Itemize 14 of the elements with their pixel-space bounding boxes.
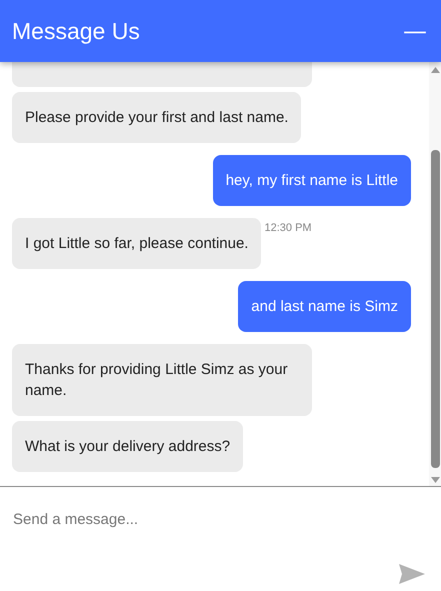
received-message: I got Little so far, please continue. [12,218,262,269]
received-message: Please provide your first and last name. [12,92,302,143]
scroll-down-icon[interactable] [430,477,440,483]
sent-message: and last name is Simz [238,281,411,332]
window-title: Message Us [12,18,140,44]
received-message: Thanks for providing Little Simz as your name. [12,344,312,416]
minimize-button[interactable]: — [401,17,429,45]
send-icon[interactable] [399,564,425,584]
scrollbar-thumb[interactable] [430,150,440,468]
scrollbar[interactable] [429,62,441,486]
received-message: What is your delivery address? [12,421,244,472]
scroll-up-icon[interactable] [430,67,440,73]
message-time: 12:30 PM [264,222,312,234]
sent-message: hey, my first name is Little [212,155,411,206]
